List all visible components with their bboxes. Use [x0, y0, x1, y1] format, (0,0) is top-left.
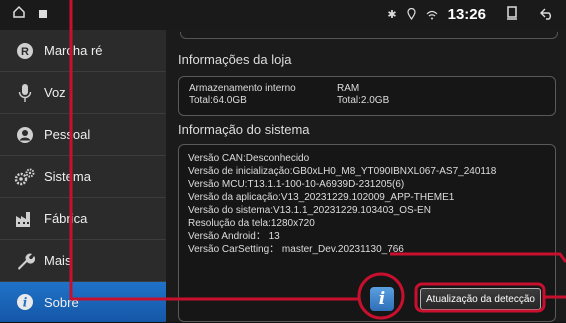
boot-version: Versão de inicialização:GB0xLH0_M8_YT090… — [188, 166, 497, 177]
sidebar-item-factory[interactable]: Fábrica — [0, 198, 166, 240]
info-button[interactable]: i — [370, 287, 394, 311]
sidebar-item-reverse[interactable]: R Marcha ré — [0, 30, 166, 72]
system-info-title: Informação do sistema — [178, 122, 310, 137]
recent-apps-icon[interactable] — [506, 6, 518, 23]
sidebar-item-more[interactable]: Mais — [0, 240, 166, 282]
previous-card-edge — [180, 32, 558, 39]
sidebar-item-label: Mais — [44, 253, 72, 268]
svg-text:R: R — [21, 46, 29, 58]
sidebar-item-system[interactable]: Sistema — [0, 156, 166, 198]
internal-storage-value: Total:64.0GB — [189, 95, 247, 106]
gears-icon — [6, 156, 44, 197]
mcu-version: Versão MCU:T13.1.1-100-10-A6939D-231205(… — [188, 179, 405, 190]
location-icon — [407, 7, 416, 23]
sidebar-item-about[interactable]: i Sobre — [0, 282, 166, 322]
sidebar: R Marcha ré Voz Pessoal Sistema Fábrica … — [0, 30, 166, 322]
update-detection-button[interactable]: Atualização da detecção — [420, 288, 541, 310]
about-panel: Informações da loja Armazenamento intern… — [166, 30, 566, 322]
store-info-title: Informações da loja — [178, 52, 292, 67]
svg-text:i: i — [23, 296, 28, 310]
android-version: Versão Android： 13 — [188, 231, 280, 242]
sidebar-item-label: Sobre — [44, 294, 79, 310]
store-info-card: Armazenamento interno Total:64.0GB RAM T… — [178, 76, 556, 116]
wrench-icon — [6, 240, 44, 281]
bluetooth-icon: ✱ — [387, 9, 397, 21]
back-icon[interactable] — [540, 7, 554, 23]
app-icon[interactable] — [38, 6, 48, 24]
clock: 13:26 — [447, 6, 486, 23]
sidebar-item-label: Pessoal — [44, 127, 91, 142]
ram-value: Total:2.0GB — [337, 95, 390, 106]
sidebar-item-label: Marcha ré — [44, 43, 103, 58]
person-icon — [6, 114, 44, 155]
wifi-icon — [426, 7, 438, 23]
microphone-icon — [6, 72, 44, 113]
reverse-gear-icon: R — [6, 30, 44, 71]
sidebar-item-personal[interactable]: Pessoal — [0, 114, 166, 156]
carsetting-version: Versão CarSetting： master_Dev.20231130_7… — [188, 244, 404, 255]
ram-label: RAM — [337, 83, 360, 94]
internal-storage-label: Armazenamento interno — [189, 83, 296, 94]
home-icon[interactable] — [12, 5, 26, 24]
can-version: Versão CAN:Desconhecido — [188, 153, 310, 164]
sidebar-item-label: Sistema — [44, 169, 91, 184]
factory-icon — [6, 198, 44, 239]
system-info-card: Versão CAN:Desconhecido Versão de inicia… — [178, 144, 556, 322]
screen-resolution: Resolução da tela:1280x720 — [188, 218, 315, 229]
info-icon: i — [6, 282, 44, 323]
sidebar-item-label: Voz — [44, 85, 66, 100]
sidebar-item-label: Fábrica — [44, 211, 88, 226]
status-bar: ✱ 13:26 — [0, 0, 566, 30]
system-version: Versão do sistema:V13.1.1_20231229.10340… — [188, 205, 431, 216]
app-version: Versão da aplicação:V13_20231229.102009_… — [188, 192, 455, 203]
sidebar-item-voice[interactable]: Voz — [0, 72, 166, 114]
